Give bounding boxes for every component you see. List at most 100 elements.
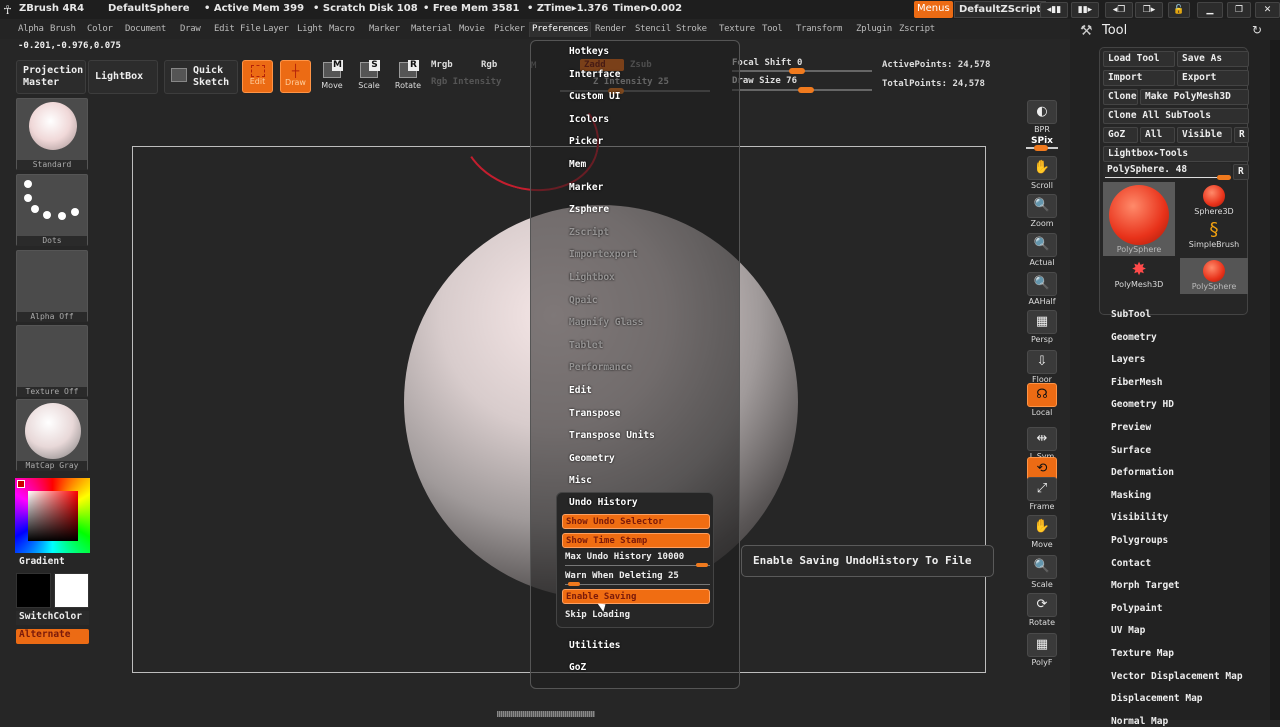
shelf-scale-button[interactable]: 🔍 Scale bbox=[1026, 555, 1058, 589]
warn-when-deleting-slider[interactable]: Warn When Deleting 25 bbox=[562, 569, 710, 584]
menu-stroke[interactable]: Stroke bbox=[676, 24, 707, 34]
load-tool-button[interactable]: Load Tool bbox=[1103, 51, 1175, 67]
edit-button[interactable]: Edit bbox=[242, 60, 273, 93]
current-tool-track[interactable] bbox=[1105, 175, 1231, 180]
tool-section-visibility[interactable]: Visibility bbox=[1111, 512, 1168, 523]
pref-item-qpaic[interactable]: Qpaic bbox=[569, 295, 598, 306]
menu-macro[interactable]: Macro bbox=[329, 24, 355, 34]
goz-all-button[interactable]: All bbox=[1140, 127, 1175, 143]
alpha-thumbnail[interactable]: Alpha Off bbox=[16, 250, 88, 322]
tool-thumb-polysphere-2[interactable]: PolySphere bbox=[1180, 258, 1248, 294]
tool-section-vector-displacement-map[interactable]: Vector Displacement Map bbox=[1111, 671, 1243, 682]
pref-item-zscript[interactable]: Zscript bbox=[569, 227, 609, 238]
menu-light[interactable]: Light bbox=[297, 24, 323, 34]
menu-color[interactable]: Color bbox=[87, 24, 113, 34]
menus-button[interactable]: Menus bbox=[914, 1, 953, 18]
shelf-scroll-button[interactable]: ✋ Scroll bbox=[1026, 156, 1058, 190]
shelf-lsym-button[interactable]: ⇹L.Sym bbox=[1026, 427, 1058, 461]
menu-alpha[interactable]: Alpha bbox=[18, 24, 44, 34]
minimize-icon[interactable]: ▁ bbox=[1197, 2, 1223, 18]
layout-next-icon[interactable]: ❐▸ bbox=[1135, 2, 1163, 18]
shelf-polyf-button[interactable]: ▦ PolyF bbox=[1026, 633, 1058, 667]
spix-knob[interactable] bbox=[1034, 145, 1048, 151]
menu-edit[interactable]: Edit bbox=[214, 24, 235, 34]
warn-when-deleting-track[interactable] bbox=[565, 582, 710, 586]
restore-icon[interactable]: ❐ bbox=[1227, 2, 1251, 18]
current-tool-knob[interactable] bbox=[1217, 175, 1231, 180]
pref-item-importexport[interactable]: Importexport bbox=[569, 249, 638, 260]
menu-texture[interactable]: Texture bbox=[719, 24, 755, 34]
primary-color-swatch[interactable] bbox=[54, 573, 89, 608]
close-icon[interactable]: ✕ bbox=[1255, 2, 1280, 18]
pref-item-performance[interactable]: Performance bbox=[569, 362, 632, 373]
focal-shift-knob[interactable] bbox=[788, 68, 805, 74]
alternate-button[interactable]: Alternate bbox=[16, 629, 89, 644]
tool-section-texture-map[interactable]: Texture Map bbox=[1111, 648, 1174, 659]
goz-visible-button[interactable]: Visible bbox=[1177, 127, 1232, 143]
pref-item-picker[interactable]: Picker bbox=[569, 136, 603, 147]
menu-brush[interactable]: Brush bbox=[50, 24, 76, 34]
color-picker[interactable] bbox=[15, 478, 90, 553]
max-undo-history-track[interactable] bbox=[565, 563, 710, 567]
undo-history-title[interactable]: Undo History bbox=[569, 497, 638, 508]
current-tool-r-button[interactable]: R bbox=[1233, 164, 1249, 180]
pref-item-custom-ui[interactable]: Custom UI bbox=[569, 91, 620, 102]
shelf-spix-button[interactable]: SPix bbox=[1026, 136, 1058, 151]
pref-item-transpose-units[interactable]: Transpose Units bbox=[569, 430, 655, 441]
pref-item-goz[interactable]: GoZ bbox=[569, 662, 586, 673]
tool-section-masking[interactable]: Masking bbox=[1111, 490, 1151, 501]
tool-section-normal-map[interactable]: Normal Map bbox=[1111, 716, 1168, 727]
projection-master-button[interactable]: Projection Master bbox=[16, 60, 86, 94]
pref-item-lightbox[interactable]: Lightbox bbox=[569, 272, 615, 283]
lightbox-button[interactable]: LightBox bbox=[88, 60, 158, 94]
layout-prev-icon[interactable]: ◂❐ bbox=[1105, 2, 1133, 18]
tool-thumb-polymesh3d[interactable]: ✸ PolyMesh3D bbox=[1103, 260, 1175, 290]
stroke-thumbnail[interactable]: Dots bbox=[16, 174, 88, 246]
pref-item-mem[interactable]: Mem bbox=[569, 159, 586, 170]
pref-item-icolors[interactable]: Icolors bbox=[569, 114, 609, 125]
reset-icon[interactable]: ↻ bbox=[1252, 23, 1262, 37]
shrink-right-icon[interactable]: ▮▮▸ bbox=[1071, 2, 1099, 18]
clone-button[interactable]: Clone bbox=[1103, 89, 1138, 105]
menu-layer[interactable]: Layer bbox=[263, 24, 289, 34]
tool-section-layers[interactable]: Layers bbox=[1111, 354, 1145, 365]
tool-thumb-simplebrush[interactable]: § SimpleBrush bbox=[1180, 220, 1248, 250]
mrgb-button[interactable]: Mrgb bbox=[431, 60, 453, 70]
tool-section-polygroups[interactable]: Polygroups bbox=[1111, 535, 1168, 546]
menu-preferences[interactable]: Preferences bbox=[529, 22, 592, 37]
show-undo-selector-toggle[interactable]: Show Undo Selector bbox=[562, 514, 710, 529]
make-polymesh3d-button[interactable]: Make PolyMesh3D bbox=[1140, 89, 1249, 105]
texture-thumbnail[interactable]: Texture Off bbox=[16, 325, 88, 397]
tool-thumb-sphere3d[interactable]: Sphere3D bbox=[1180, 185, 1248, 216]
bottom-tray-handle[interactable] bbox=[497, 711, 595, 717]
brush-thumbnail[interactable]: Standard bbox=[16, 98, 88, 170]
menu-file[interactable]: File bbox=[240, 24, 261, 34]
menu-render[interactable]: Render bbox=[595, 24, 626, 34]
switch-color-button[interactable]: SwitchColor bbox=[16, 611, 89, 625]
tool-section-morph-target[interactable]: Morph Target bbox=[1111, 580, 1180, 591]
main-color-swatch[interactable] bbox=[17, 480, 25, 488]
draw-size-knob[interactable] bbox=[798, 87, 815, 93]
shrink-left-icon[interactable]: ◂▮▮ bbox=[1040, 2, 1068, 18]
pref-item-marker[interactable]: Marker bbox=[569, 182, 603, 193]
goz-button[interactable]: GoZ bbox=[1103, 127, 1138, 143]
pref-item-zsphere[interactable]: Zsphere bbox=[569, 204, 609, 215]
tool-section-contact[interactable]: Contact bbox=[1111, 558, 1151, 569]
menu-tool[interactable]: Tool bbox=[762, 24, 783, 34]
skip-loading-toggle[interactable]: Skip Loading bbox=[562, 608, 710, 623]
menu-material[interactable]: Material bbox=[411, 24, 452, 34]
menu-document[interactable]: Document bbox=[125, 24, 166, 34]
secondary-color-swatch[interactable] bbox=[16, 573, 51, 608]
rgb-button[interactable]: Rgb bbox=[481, 60, 497, 70]
shelf-floor-button[interactable]: ⇩ Floor bbox=[1026, 350, 1058, 384]
tool-section-surface[interactable]: Surface bbox=[1111, 445, 1151, 456]
tray-scrollbar[interactable] bbox=[1270, 40, 1280, 720]
menu-zplugin[interactable]: Zplugin bbox=[856, 24, 892, 34]
draw-button[interactable]: ┼ Draw bbox=[280, 60, 311, 93]
save-as-button[interactable]: Save As bbox=[1177, 51, 1249, 67]
pref-item-transpose[interactable]: Transpose bbox=[569, 408, 620, 419]
menu-zscript[interactable]: Zscript bbox=[899, 24, 935, 34]
shelf-frame-button[interactable]: ⤢ Frame bbox=[1026, 477, 1058, 511]
pref-item-utilities[interactable]: Utilities bbox=[569, 640, 620, 651]
tool-section-displacement-map[interactable]: Displacement Map bbox=[1111, 693, 1203, 704]
